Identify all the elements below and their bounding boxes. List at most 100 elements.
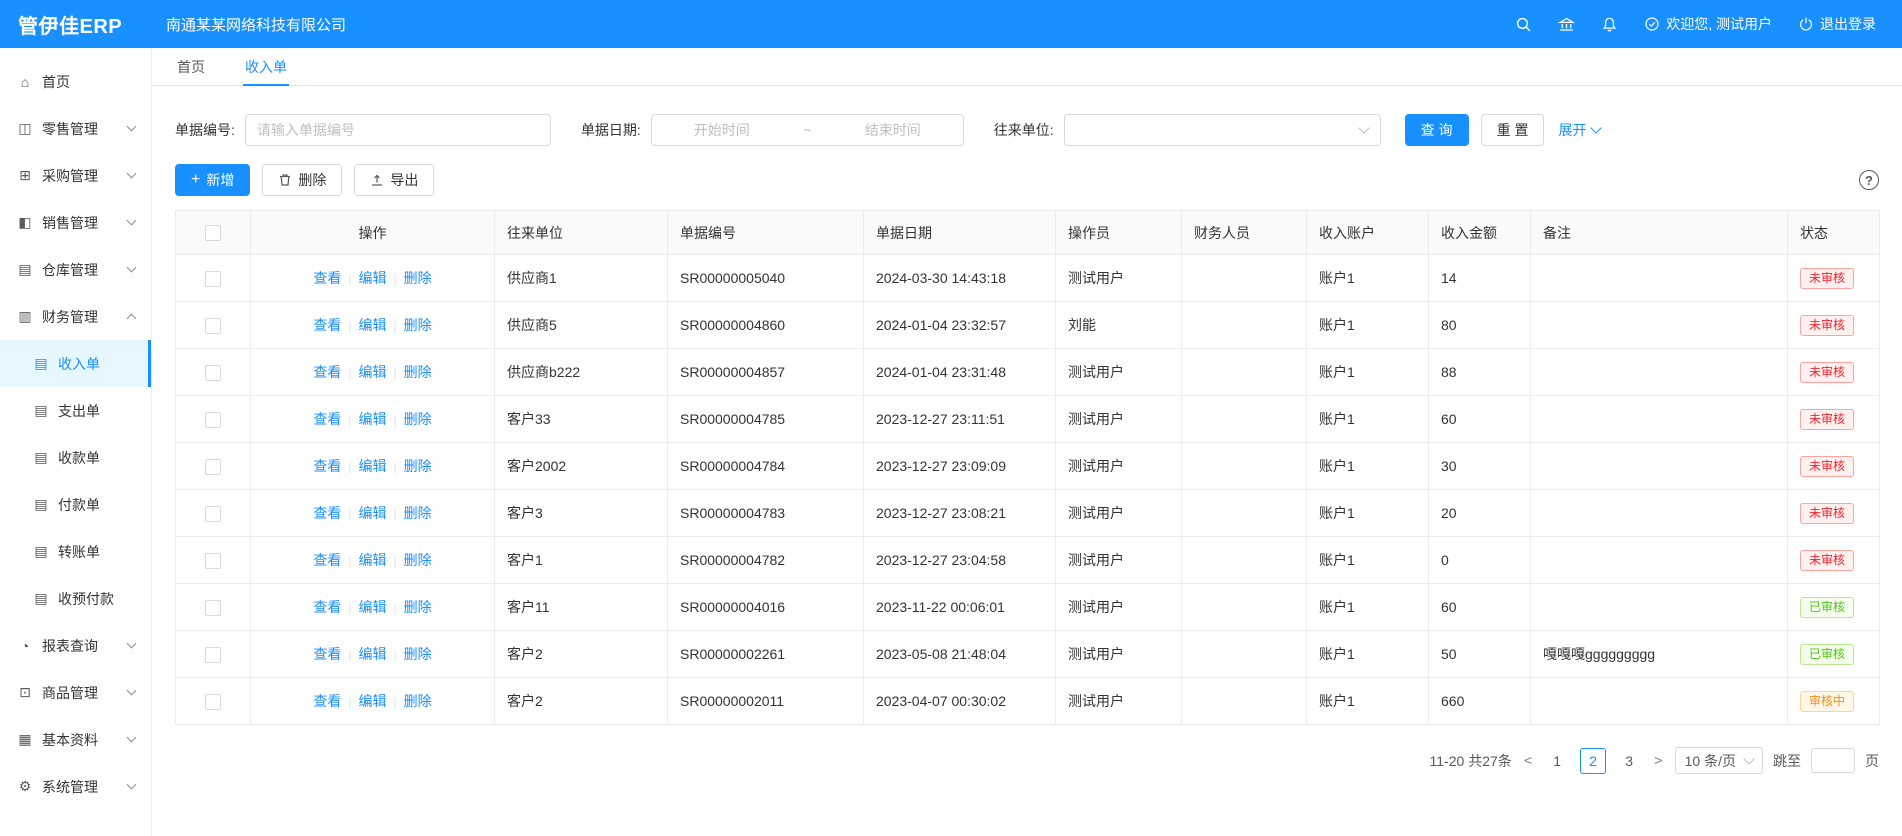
row-checkbox[interactable] — [205, 459, 221, 475]
row-edit-link[interactable]: 编辑 — [359, 270, 387, 286]
row-delete-link[interactable]: 删除 — [404, 552, 432, 568]
row-view-link[interactable]: 查看 — [313, 552, 341, 568]
row-edit-link[interactable]: 编辑 — [359, 599, 387, 615]
row-edit-link[interactable]: 编辑 — [359, 646, 387, 662]
income-amount-cell: 60 — [1429, 396, 1531, 443]
sidebar-item-sales[interactable]: ◧销售管理 — [0, 199, 151, 246]
sidebar-item-system[interactable]: ⚙系统管理 — [0, 763, 151, 810]
row-delete-link[interactable]: 删除 — [404, 270, 432, 286]
row-delete-link[interactable]: 删除 — [404, 599, 432, 615]
row-actions-cell: 查看|编辑|删除 — [251, 443, 495, 490]
sales-icon: ◧ — [17, 214, 33, 231]
reset-button[interactable]: 重 置 — [1481, 114, 1545, 146]
page-2-button[interactable]: 2 — [1580, 748, 1606, 774]
sidebar-subitem-expense-bill[interactable]: ▤支出单 — [0, 387, 151, 434]
table-body: 查看|编辑|删除供应商1SR000000050402024-03-30 14:4… — [176, 255, 1880, 725]
jump-page-input[interactable] — [1811, 748, 1855, 773]
row-delete-link[interactable]: 删除 — [404, 458, 432, 474]
delete-button[interactable]: 删除 — [262, 164, 342, 196]
row-edit-link[interactable]: 编辑 — [359, 458, 387, 474]
row-delete-link[interactable]: 删除 — [404, 364, 432, 380]
income-amount-cell: 50 — [1429, 631, 1531, 678]
expand-link[interactable]: 展开 — [1558, 120, 1600, 140]
sidebar-item-home[interactable]: ⌂首页 — [0, 58, 151, 105]
row-checkbox[interactable] — [205, 365, 221, 381]
row-checkbox[interactable] — [205, 318, 221, 334]
sidebar-item-goods[interactable]: ⊡商品管理 — [0, 669, 151, 716]
document-icon: ▤ — [33, 402, 49, 419]
bell-icon[interactable] — [1601, 16, 1618, 33]
row-view-link[interactable]: 查看 — [313, 458, 341, 474]
sidebar-subitem-receipt-bill[interactable]: ▤收款单 — [0, 434, 151, 481]
row-view-link[interactable]: 查看 — [313, 270, 341, 286]
sidebar-item-report[interactable]: ◔报表查询 — [0, 622, 151, 669]
row-checkbox[interactable] — [205, 694, 221, 710]
sidebar-subitem-payment-bill[interactable]: ▤付款单 — [0, 481, 151, 528]
date-start-input[interactable] — [663, 122, 781, 138]
bank-icon[interactable] — [1558, 16, 1575, 33]
next-page-button[interactable]: > — [1652, 753, 1664, 769]
row-view-link[interactable]: 查看 — [313, 364, 341, 380]
search-icon[interactable] — [1515, 16, 1532, 33]
sidebar-item-label: 首页 — [42, 72, 70, 92]
bill-no-cell: SR00000004016 — [668, 584, 864, 631]
tab-income-bill[interactable]: 收入单 — [243, 48, 289, 85]
sidebar-item-retail[interactable]: ◫零售管理 — [0, 105, 151, 152]
row-view-link[interactable]: 查看 — [313, 599, 341, 615]
row-edit-link[interactable]: 编辑 — [359, 693, 387, 709]
row-view-link[interactable]: 查看 — [313, 317, 341, 333]
row-checkbox[interactable] — [205, 271, 221, 287]
status-cell: 未审核 — [1788, 255, 1880, 302]
row-delete-link[interactable]: 删除 — [404, 646, 432, 662]
date-end-input[interactable] — [834, 122, 952, 138]
row-checkbox[interactable] — [205, 600, 221, 616]
row-delete-link[interactable]: 删除 — [404, 693, 432, 709]
row-edit-link[interactable]: 编辑 — [359, 552, 387, 568]
sidebar-subitem-label: 收款单 — [58, 448, 100, 468]
row-edit-link[interactable]: 编辑 — [359, 411, 387, 427]
sidebar-item-warehouse[interactable]: ▤仓库管理 — [0, 246, 151, 293]
action-divider: | — [348, 601, 351, 615]
row-edit-link[interactable]: 编辑 — [359, 317, 387, 333]
partner-select[interactable] — [1064, 114, 1381, 146]
help-icon[interactable]: ? — [1859, 170, 1879, 190]
logout-button[interactable]: 退出登录 — [1798, 14, 1876, 34]
export-button[interactable]: 导出 — [354, 164, 434, 196]
row-view-link[interactable]: 查看 — [313, 411, 341, 427]
page-size-select[interactable]: 10 条/页 — [1675, 747, 1763, 774]
bill-no-input[interactable] — [245, 114, 551, 146]
sidebar-subitem-advance-bill[interactable]: ▤收预付款 — [0, 575, 151, 622]
user-welcome[interactable]: 欢迎您, 测试用户 — [1644, 14, 1772, 34]
row-checkbox[interactable] — [205, 647, 221, 663]
date-range-picker[interactable]: ~ — [651, 114, 964, 146]
filter-bar: 单据编号: 单据日期: ~ 往来单位: 查 询 重 置 展开 — [175, 114, 1879, 146]
sidebar-item-basic[interactable]: ▦基本资料 — [0, 716, 151, 763]
logout-text: 退出登录 — [1820, 14, 1876, 34]
row-view-link[interactable]: 查看 — [313, 505, 341, 521]
row-delete-link[interactable]: 删除 — [404, 411, 432, 427]
row-edit-link[interactable]: 编辑 — [359, 364, 387, 380]
add-button[interactable]: + 新增 — [175, 164, 250, 196]
sidebar-subitem-transfer-bill[interactable]: ▤转账单 — [0, 528, 151, 575]
row-checkbox[interactable] — [205, 412, 221, 428]
tab-home[interactable]: 首页 — [175, 48, 207, 85]
row-view-link[interactable]: 查看 — [313, 646, 341, 662]
row-checkbox[interactable] — [205, 553, 221, 569]
prev-page-button[interactable]: < — [1522, 753, 1534, 769]
row-select-cell — [176, 537, 251, 584]
sidebar-item-finance[interactable]: ▥财务管理 — [0, 293, 151, 340]
select-all-checkbox[interactable] — [205, 225, 221, 241]
row-edit-link[interactable]: 编辑 — [359, 505, 387, 521]
page-3-button[interactable]: 3 — [1616, 748, 1642, 774]
page-1-button[interactable]: 1 — [1544, 748, 1570, 774]
row-delete-link[interactable]: 删除 — [404, 505, 432, 521]
search-button[interactable]: 查 询 — [1405, 114, 1469, 146]
sidebar-subitem-income-bill[interactable]: ▤收入单 — [0, 340, 151, 387]
pagination-total: 11-20 共27条 — [1430, 751, 1512, 771]
action-divider: | — [394, 695, 397, 709]
sidebar-item-purchase[interactable]: ⊞采购管理 — [0, 152, 151, 199]
row-view-link[interactable]: 查看 — [313, 693, 341, 709]
row-checkbox[interactable] — [205, 506, 221, 522]
status-badge: 未审核 — [1800, 456, 1854, 477]
row-delete-link[interactable]: 删除 — [404, 317, 432, 333]
